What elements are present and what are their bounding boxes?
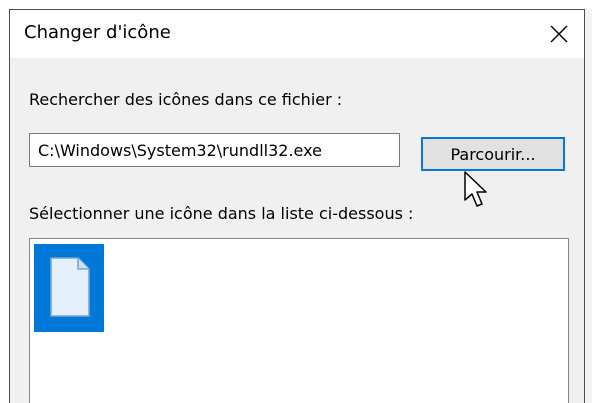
- title-bar: Changer d'icône: [10, 10, 584, 58]
- blank-document-icon: [50, 257, 90, 317]
- close-button[interactable]: [538, 14, 580, 54]
- search-file-label: Rechercher des icônes dans ce fichier :: [29, 90, 343, 109]
- screen: Changer d'icône Rechercher des icônes da…: [0, 0, 592, 403]
- browse-button[interactable]: Parcourir...: [421, 137, 565, 171]
- icon-list-item-selected[interactable]: [34, 244, 104, 332]
- close-icon: [550, 25, 568, 43]
- icon-list[interactable]: [29, 238, 569, 403]
- dialog-title: Changer d'icône: [24, 22, 171, 43]
- background-strip: [585, 9, 592, 403]
- file-path-input[interactable]: [29, 133, 400, 167]
- select-icon-label: Sélectionner une icône dans la liste ci-…: [29, 204, 414, 223]
- change-icon-dialog: Changer d'icône Rechercher des icônes da…: [9, 9, 585, 403]
